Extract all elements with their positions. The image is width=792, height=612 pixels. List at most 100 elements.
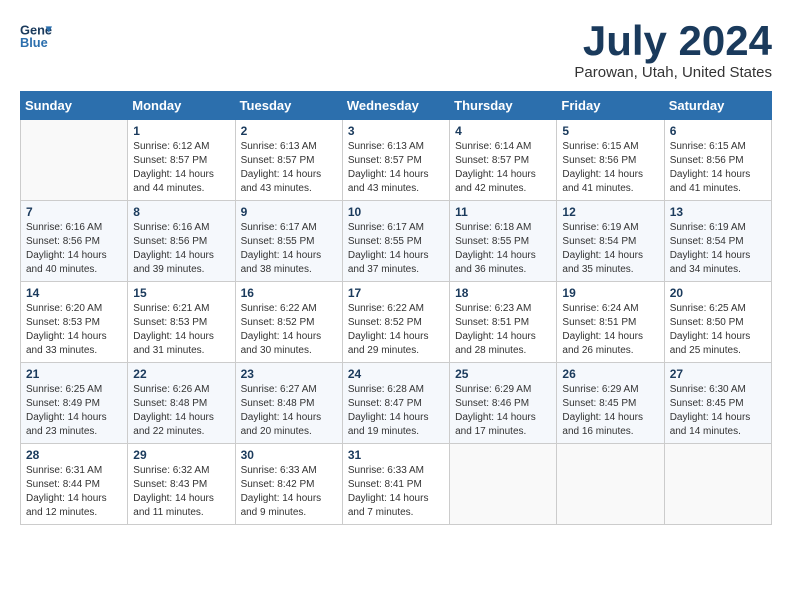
day-info: Sunrise: 6:29 AMSunset: 8:45 PMDaylight:… [562, 383, 658, 439]
calendar-cell: 2Sunrise: 6:13 AMSunset: 8:57 PMDaylight… [235, 120, 342, 201]
day-number: 16 [241, 286, 337, 300]
day-info: Sunrise: 6:26 AMSunset: 8:48 PMDaylight:… [133, 383, 229, 439]
calendar-cell [450, 444, 557, 525]
day-info: Sunrise: 6:28 AMSunset: 8:47 PMDaylight:… [348, 383, 444, 439]
day-number: 9 [241, 205, 337, 219]
day-info: Sunrise: 6:19 AMSunset: 8:54 PMDaylight:… [670, 221, 766, 277]
calendar-cell: 29 Sunrise: 6:32 AMSunset: 8:43 PMDayligh… [128, 444, 235, 525]
day-number: 29 [133, 448, 229, 462]
calendar-week-row: 21Sunrise: 6:25 AMSunset: 8:49 PMDayligh… [21, 363, 772, 444]
location: Parowan, Utah, United States [574, 64, 772, 81]
day-number: 25 [455, 367, 551, 381]
calendar-cell: 26Sunrise: 6:29 AMSunset: 8:45 PMDayligh… [557, 363, 664, 444]
day-info: Sunrise: 6:27 AMSunset: 8:48 PMDaylight:… [241, 383, 337, 439]
calendar-cell: 11Sunrise: 6:18 AMSunset: 8:55 PMDayligh… [450, 201, 557, 282]
day-number: 7 [26, 205, 122, 219]
day-number: 19 [562, 286, 658, 300]
calendar-table: SundayMondayTuesdayWednesdayThursdayFrid… [20, 91, 772, 525]
calendar-cell: 23 Sunrise: 6:27 AMSunset: 8:48 PMDayligh… [235, 363, 342, 444]
calendar-header-tuesday: Tuesday [235, 92, 342, 120]
calendar-cell: 20Sunrise: 6:25 AMSunset: 8:50 PMDayligh… [664, 282, 771, 363]
month-title: July 2024 [574, 20, 772, 62]
calendar-cell: 1 Sunrise: 6:12 AMSunset: 8:57 PMDaylight… [128, 120, 235, 201]
calendar-cell: 7Sunrise: 6:16 AMSunset: 8:56 PMDaylight… [21, 201, 128, 282]
calendar-cell: 30Sunrise: 6:33 AMSunset: 8:42 PMDayligh… [235, 444, 342, 525]
title-block: July 2024 Parowan, Utah, United States [574, 20, 772, 81]
day-info: Sunrise: 6:33 AMSunset: 8:42 PMDaylight:… [241, 464, 337, 520]
day-number: 11 [455, 205, 551, 219]
calendar-week-row: 1 Sunrise: 6:12 AMSunset: 8:57 PMDaylight… [21, 120, 772, 201]
day-info: Sunrise: 6:31 AMSunset: 8:44 PMDaylight:… [26, 464, 122, 520]
day-number: 21 [26, 367, 122, 381]
day-number: 8 [133, 205, 229, 219]
calendar-cell: 21Sunrise: 6:25 AMSunset: 8:49 PMDayligh… [21, 363, 128, 444]
calendar-cell: 16 Sunrise: 6:22 AMSunset: 8:52 PMDayligh… [235, 282, 342, 363]
day-info: Sunrise: 6:22 AMSunset: 8:52 PMDaylight:… [241, 302, 337, 358]
day-number: 12 [562, 205, 658, 219]
day-number: 1 [133, 124, 229, 138]
calendar-cell [557, 444, 664, 525]
calendar-header-saturday: Saturday [664, 92, 771, 120]
calendar-header-monday: Monday [128, 92, 235, 120]
day-info: Sunrise: 6:17 AMSunset: 8:55 PMDaylight:… [348, 221, 444, 277]
calendar-header-thursday: Thursday [450, 92, 557, 120]
calendar-cell [664, 444, 771, 525]
calendar-cell: 24 Sunrise: 6:28 AMSunset: 8:47 PMDayligh… [342, 363, 449, 444]
day-number: 22 [133, 367, 229, 381]
calendar-cell: 8 Sunrise: 6:16 AMSunset: 8:56 PMDaylight… [128, 201, 235, 282]
day-number: 20 [670, 286, 766, 300]
day-number: 6 [670, 124, 766, 138]
day-info: Sunrise: 6:13 AMSunset: 8:57 PMDaylight:… [348, 140, 444, 196]
svg-text:Blue: Blue [20, 35, 48, 50]
day-number: 28 [26, 448, 122, 462]
day-number: 3 [348, 124, 444, 138]
calendar-cell: 18Sunrise: 6:23 AMSunset: 8:51 PMDayligh… [450, 282, 557, 363]
day-info: Sunrise: 6:20 AMSunset: 8:53 PMDaylight:… [26, 302, 122, 358]
page-header: General Blue July 2024 Parowan, Utah, Un… [20, 20, 772, 81]
day-info: Sunrise: 6:15 AMSunset: 8:56 PMDaylight:… [562, 140, 658, 196]
day-info: Sunrise: 6:15 AMSunset: 8:56 PMDaylight:… [670, 140, 766, 196]
day-number: 2 [241, 124, 337, 138]
day-info: Sunrise: 6:33 AMSunset: 8:41 PMDaylight:… [348, 464, 444, 520]
calendar-cell: 13 Sunrise: 6:19 AMSunset: 8:54 PMDayligh… [664, 201, 771, 282]
calendar-cell [21, 120, 128, 201]
calendar-cell: 4 Sunrise: 6:14 AMSunset: 8:57 PMDaylight… [450, 120, 557, 201]
calendar-week-row: 28 Sunrise: 6:31 AMSunset: 8:44 PMDayligh… [21, 444, 772, 525]
calendar-cell: 9Sunrise: 6:17 AMSunset: 8:55 PMDaylight… [235, 201, 342, 282]
day-number: 31 [348, 448, 444, 462]
logo: General Blue [20, 20, 52, 52]
day-number: 5 [562, 124, 658, 138]
calendar-cell: 5 Sunrise: 6:15 AMSunset: 8:56 PMDaylight… [557, 120, 664, 201]
calendar-cell: 6 Sunrise: 6:15 AMSunset: 8:56 PMDaylight… [664, 120, 771, 201]
day-info: Sunrise: 6:30 AMSunset: 8:45 PMDaylight:… [670, 383, 766, 439]
calendar-cell: 28 Sunrise: 6:31 AMSunset: 8:44 PMDayligh… [21, 444, 128, 525]
day-number: 13 [670, 205, 766, 219]
day-info: Sunrise: 6:12 AMSunset: 8:57 PMDaylight:… [133, 140, 229, 196]
day-info: Sunrise: 6:32 AMSunset: 8:43 PMDaylight:… [133, 464, 229, 520]
day-info: Sunrise: 6:16 AMSunset: 8:56 PMDaylight:… [133, 221, 229, 277]
day-info: Sunrise: 6:19 AMSunset: 8:54 PMDaylight:… [562, 221, 658, 277]
calendar-week-row: 7 Sunrise: 6:16 AMSunset: 8:56 PMDaylight… [21, 201, 772, 282]
calendar-cell: 10 Sunrise: 6:17 AMSunset: 8:55 PMDayligh… [342, 201, 449, 282]
day-number: 24 [348, 367, 444, 381]
day-number: 17 [348, 286, 444, 300]
calendar-header-sunday: Sunday [21, 92, 128, 120]
day-info: Sunrise: 6:29 AMSunset: 8:46 PMDaylight:… [455, 383, 551, 439]
day-number: 10 [348, 205, 444, 219]
day-number: 23 [241, 367, 337, 381]
day-number: 4 [455, 124, 551, 138]
calendar-cell: 12 Sunrise: 6:19 AMSunset: 8:54 PMDayligh… [557, 201, 664, 282]
calendar-cell: 31 Sunrise: 6:33 AMSunset: 8:41 PMDayligh… [342, 444, 449, 525]
calendar-cell: 19 Sunrise: 6:24 AMSunset: 8:51 PMDayligh… [557, 282, 664, 363]
calendar-header-row: SundayMondayTuesdayWednesdayThursdayFrid… [21, 92, 772, 120]
day-info: Sunrise: 6:14 AMSunset: 8:57 PMDaylight:… [455, 140, 551, 196]
calendar-header-wednesday: Wednesday [342, 92, 449, 120]
calendar-cell: 22 Sunrise: 6:26 AMSunset: 8:48 PMDayligh… [128, 363, 235, 444]
calendar-header-friday: Friday [557, 92, 664, 120]
calendar-cell: 25 Sunrise: 6:29 AMSunset: 8:46 PMDayligh… [450, 363, 557, 444]
calendar-week-row: 14Sunrise: 6:20 AMSunset: 8:53 PMDayligh… [21, 282, 772, 363]
logo-icon: General Blue [20, 20, 52, 52]
calendar-cell: 14Sunrise: 6:20 AMSunset: 8:53 PMDayligh… [21, 282, 128, 363]
day-info: Sunrise: 6:24 AMSunset: 8:51 PMDaylight:… [562, 302, 658, 358]
day-number: 27 [670, 367, 766, 381]
